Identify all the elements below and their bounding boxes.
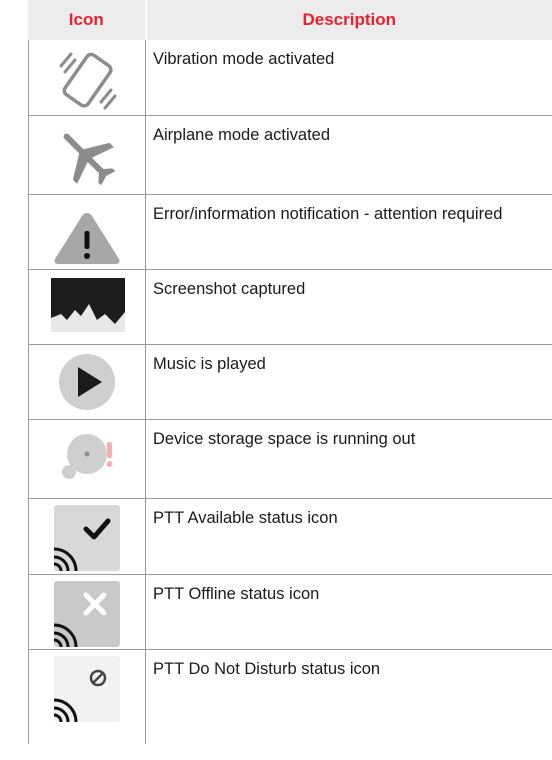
header-description: Description xyxy=(144,0,552,40)
table-row: Error/information notification - attenti… xyxy=(28,195,552,270)
icon-cell xyxy=(28,270,146,344)
row-description: Screenshot captured xyxy=(153,280,306,298)
icon-cell xyxy=(28,420,146,498)
icon-cell xyxy=(28,575,146,649)
ptt-available-icon xyxy=(53,505,120,572)
row-description: PTT Do Not Disturb status icon xyxy=(153,660,381,678)
ptt-offline-icon xyxy=(53,581,120,648)
table-row: PTT Available status icon xyxy=(28,499,552,575)
screenshot-icon xyxy=(51,278,125,332)
warning-icon xyxy=(54,213,120,264)
table-row: Music is played xyxy=(28,345,552,420)
table-header: Icon Description xyxy=(28,0,552,40)
table-row: PTT Do Not Disturb status icon xyxy=(28,650,552,744)
icon-cell xyxy=(28,499,146,574)
table-row: Vibration mode activated xyxy=(28,40,552,116)
table-row: Airplane mode activated xyxy=(28,116,552,195)
row-description: PTT Offline status icon xyxy=(153,585,320,603)
status-icons-table: Icon Description Vibration mode activate… xyxy=(28,0,552,744)
icon-cell xyxy=(28,650,146,744)
row-description: PTT Available status icon xyxy=(153,509,338,527)
row-description: Error/information notification - attenti… xyxy=(153,205,503,223)
airplane-icon xyxy=(63,133,116,186)
table-row: PTT Offline status icon xyxy=(28,575,552,650)
header-icon: Icon xyxy=(68,10,104,29)
row-description: Music is played xyxy=(153,355,266,373)
ptt-dnd-icon xyxy=(53,656,120,723)
icon-cell xyxy=(28,195,146,269)
row-description: Airplane mode activated xyxy=(153,126,331,144)
icon-cell xyxy=(28,40,146,115)
icon-cell xyxy=(28,345,146,419)
play-icon xyxy=(59,354,115,410)
row-description: Vibration mode activated xyxy=(153,50,335,68)
icon-cell xyxy=(28,116,146,194)
table-row: Device storage space is running out xyxy=(28,420,552,499)
table-row: Screenshot captured xyxy=(28,270,552,345)
row-description: Device storage space is running out xyxy=(153,430,416,448)
vibration-icon xyxy=(59,52,117,110)
storage-warning-icon xyxy=(62,434,113,479)
